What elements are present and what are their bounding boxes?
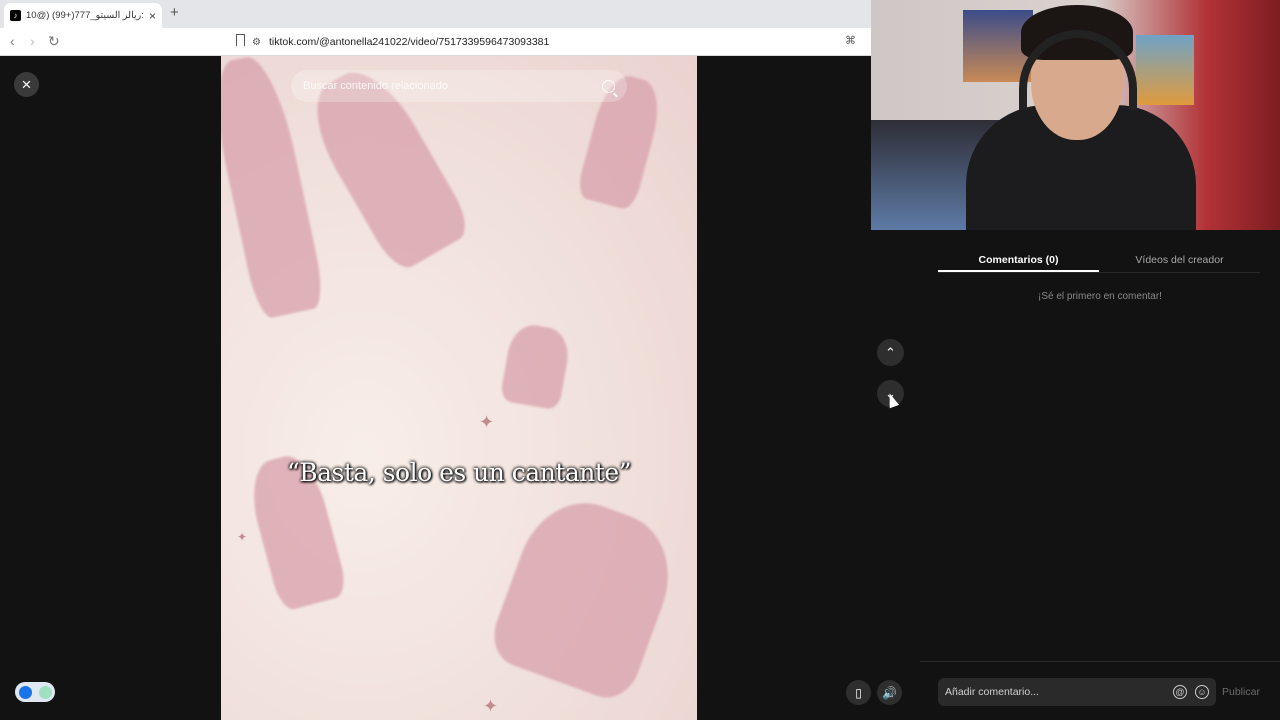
- back-icon[interactable]: ‹: [10, 33, 15, 49]
- previous-video-button[interactable]: ⌃: [877, 339, 904, 366]
- tab-title: ريالر السيتو_777(+99) (@10:: [26, 10, 144, 21]
- tab-close-icon[interactable]: ×: [149, 9, 156, 23]
- pip-icon[interactable]: ▯: [846, 680, 871, 705]
- bow-decoration: [484, 485, 688, 707]
- extension-icon[interactable]: ⌘: [845, 34, 856, 47]
- comment-composer: Añadir comentario... @ ☺ Publicar: [920, 661, 1280, 720]
- sparkle-icon: ✦: [237, 530, 248, 544]
- forward-icon[interactable]: ›: [30, 33, 35, 49]
- sparkle-icon: ✦: [483, 696, 499, 716]
- video-player[interactable]: ✦ ✦ ✦ Buscar contenido relacionado “Bast…: [221, 56, 697, 720]
- browser-tab[interactable]: ♪ ريالر السيتو_777(+99) (@10: ×: [4, 3, 162, 28]
- webcam-overlay: [871, 0, 1280, 230]
- search-placeholder: Buscar contenido relacionado: [303, 80, 448, 92]
- tab-creator-videos[interactable]: Vídeos del creador: [1099, 247, 1260, 272]
- bow-decoration: [499, 321, 573, 411]
- close-button[interactable]: ×: [14, 72, 39, 97]
- wall-poster: [1136, 35, 1194, 105]
- tiktok-favicon-icon: ♪: [10, 10, 21, 21]
- browser-tab-strip: ♪ ريالر السيتو_777(+99) (@10: × +: [0, 0, 872, 28]
- emoji-icon[interactable]: ☺: [1195, 685, 1209, 699]
- extension-app-icon[interactable]: [18, 685, 32, 699]
- site-info-icon[interactable]: ⚙: [252, 37, 261, 48]
- comment-input[interactable]: Añadir comentario... @ ☺: [938, 678, 1216, 706]
- search-icon[interactable]: [602, 79, 615, 93]
- url-text: tiktok.com/@antonella241022/video/751733…: [268, 36, 550, 48]
- address-bar: ‹ › ↻ ⚙ tiktok.com/@antonella241022/vide…: [0, 28, 872, 56]
- tab-comments[interactable]: Comentarios (0): [938, 247, 1099, 272]
- video-stage: × ✦ ✦ ✦ Buscar contenido relacionado “Ba…: [0, 56, 920, 720]
- comment-placeholder: Añadir comentario...: [945, 686, 1039, 698]
- new-tab-button[interactable]: +: [170, 4, 179, 21]
- comments-panel: Comentarios (0) Vídeos del creador ¡Sé e…: [920, 230, 1280, 720]
- mention-icon[interactable]: @: [1173, 685, 1187, 699]
- panel-tabs: Comentarios (0) Vídeos del creador: [938, 247, 1260, 273]
- extension-pill[interactable]: [15, 682, 55, 702]
- url-field[interactable]: ⚙ tiktok.com/@antonella241022/video/7517…: [252, 32, 832, 52]
- sparkle-icon: ✦: [479, 412, 495, 432]
- video-caption: “Basta, solo es un cantante”: [286, 458, 632, 487]
- volume-icon[interactable]: 🔊: [877, 680, 902, 705]
- empty-comments-message: ¡Sé el primero en comentar!: [1038, 291, 1162, 302]
- publish-button[interactable]: Publicar: [1222, 686, 1260, 698]
- bookmark-icon[interactable]: [236, 34, 245, 46]
- reload-icon[interactable]: ↻: [48, 33, 60, 50]
- related-search-input[interactable]: Buscar contenido relacionado: [291, 70, 627, 102]
- extension-power-icon[interactable]: [38, 685, 52, 699]
